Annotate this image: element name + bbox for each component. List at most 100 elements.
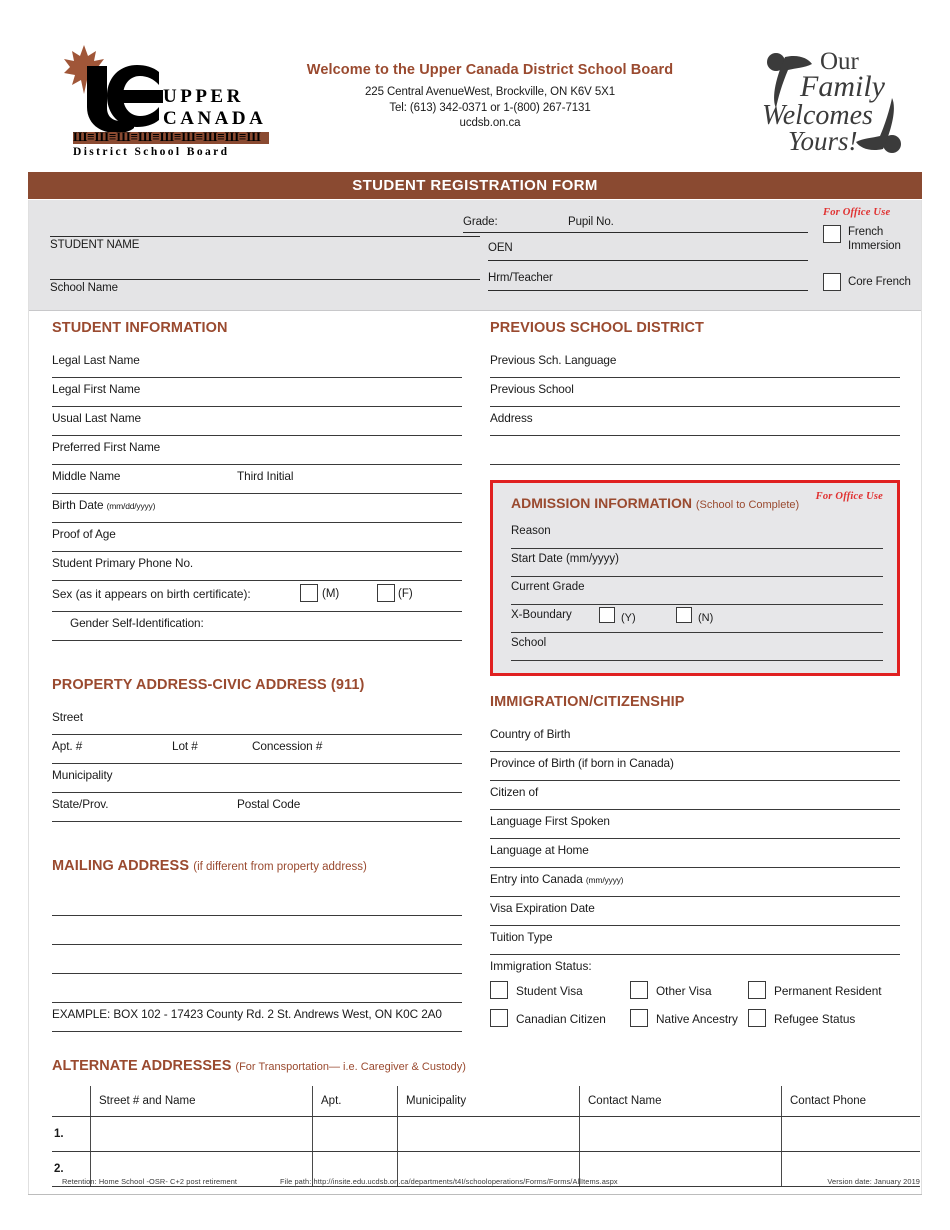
mailing-address-line-2[interactable]: [52, 916, 462, 945]
field-country-of-birth[interactable]: Country of Birth: [490, 723, 900, 752]
mailing-address-line-4[interactable]: [52, 974, 462, 1003]
field-apt-lot-concession[interactable]: Apt. # Lot # Concession #: [52, 735, 462, 764]
field-label: Birth Date (mm/dd/yyyy): [52, 498, 155, 512]
grade-pupil-rule[interactable]: [463, 232, 808, 233]
board-phone: Tel: (613) 342-0371 or 1-(800) 267-7131: [389, 101, 591, 114]
field-gender-self-identification[interactable]: Gender Self-Identification:: [52, 612, 462, 641]
field-label: Citizen of: [490, 785, 539, 799]
field-label: Middle Name: [52, 469, 121, 483]
field-label: Current Grade: [511, 581, 585, 593]
page-footer: Retention: Home School -OSR- C+2 post re…: [52, 1176, 920, 1192]
table-row: 1.: [52, 1116, 920, 1152]
field-label-concession: Concession #: [252, 739, 323, 753]
field-admission-school[interactable]: School: [511, 633, 883, 661]
french-immersion-label-line2: Immersion: [848, 240, 901, 252]
field-label: Street: [52, 710, 83, 724]
field-label: Previous Sch. Language: [490, 353, 617, 367]
row-municipality-cell[interactable]: [397, 1116, 580, 1152]
field-label-hint: (mm/dd/yyyy): [106, 501, 156, 511]
field-label: Tuition Type: [490, 930, 553, 944]
x-boundary-yes-checkbox[interactable]: [599, 607, 615, 623]
hrm-teacher-rule[interactable]: [488, 290, 808, 291]
field-legal-last-name[interactable]: Legal Last Name: [52, 349, 462, 378]
field-middle-name[interactable]: Middle Name Third Initial: [52, 465, 462, 494]
field-label-lot: Lot #: [172, 739, 198, 753]
sex-male-checkbox[interactable]: [300, 584, 318, 602]
field-label-text: Birth Date: [52, 498, 104, 512]
row-street-cell[interactable]: [90, 1116, 313, 1152]
status-canadian-citizen-checkbox[interactable]: [490, 1009, 508, 1027]
row-contact-phone-cell[interactable]: [781, 1116, 920, 1152]
field-citizen-of[interactable]: Citizen of: [490, 781, 900, 810]
status-refugee-status-checkbox[interactable]: [748, 1009, 766, 1027]
field-student-primary-phone[interactable]: Student Primary Phone No.: [52, 552, 462, 581]
board-website: ucdsb.on.ca: [459, 117, 521, 129]
field-province-of-birth[interactable]: Province of Birth (if born in Canada): [490, 752, 900, 781]
alternate-addresses-heading: ALTERNATE ADDRESSES (For Transportation—…: [52, 1058, 920, 1074]
field-previous-school[interactable]: Previous School: [490, 378, 900, 407]
field-previous-address-line-2[interactable]: [490, 436, 900, 465]
field-label: Language at Home: [490, 843, 589, 857]
x-boundary-no-checkbox[interactable]: [676, 607, 692, 623]
field-admission-current-grade[interactable]: Current Grade: [511, 577, 883, 605]
mailing-address-heading-text: MAILING ADDRESS: [52, 858, 190, 874]
right-column: PREVIOUS SCHOOL DISTRICT Previous Sch. L…: [490, 320, 900, 465]
field-preferred-first-name[interactable]: Preferred First Name: [52, 436, 462, 465]
field-label: Usual Last Name: [52, 411, 141, 425]
school-name-rule[interactable]: [50, 279, 480, 280]
status-permanent-resident-label: Permanent Resident: [774, 984, 882, 998]
core-french-checkbox[interactable]: [823, 273, 841, 291]
field-proof-of-age[interactable]: Proof of Age: [52, 523, 462, 552]
mailing-address-line-1[interactable]: [52, 887, 462, 916]
status-native-ancestry-checkbox[interactable]: [630, 1009, 648, 1027]
mailing-address-line-3[interactable]: [52, 945, 462, 974]
field-admission-start-date[interactable]: Start Date (mm/yyyy): [511, 549, 883, 577]
status-canadian-citizen-label: Canadian Citizen: [516, 1012, 606, 1026]
admission-information-box: ADMISSION INFORMATION (School to Complet…: [490, 480, 900, 676]
field-admission-reason[interactable]: Reason: [511, 521, 883, 549]
field-label-text: Entry into Canada: [490, 872, 583, 886]
row-apt-cell[interactable]: [312, 1116, 398, 1152]
status-permanent-resident-checkbox[interactable]: [748, 981, 766, 999]
field-previous-sch-language[interactable]: Previous Sch. Language: [490, 349, 900, 378]
field-label: School: [511, 637, 547, 649]
field-birth-date[interactable]: Birth Date (mm/dd/yyyy): [52, 494, 462, 523]
field-tuition-type[interactable]: Tuition Type: [490, 926, 900, 955]
row-contact-name-cell[interactable]: [579, 1116, 782, 1152]
student-name-rule[interactable]: [50, 236, 480, 237]
field-language-at-home[interactable]: Language at Home: [490, 839, 900, 868]
registration-form-page: UPPER CANADA Ш≡Ш≡Ш≡Ш≡Ш≡Ш≡Ш≡Ш≡Ш District …: [0, 0, 950, 1230]
table-header-contact-name: Contact Name: [579, 1086, 782, 1117]
status-other-visa-checkbox[interactable]: [630, 981, 648, 999]
status-student-visa-checkbox[interactable]: [490, 981, 508, 999]
french-immersion-checkbox[interactable]: [823, 225, 841, 243]
footer-divider: [28, 1194, 922, 1195]
sex-male-label: (M): [322, 588, 340, 600]
row-number: 1.: [52, 1116, 91, 1152]
field-municipality[interactable]: Municipality: [52, 764, 462, 793]
field-entry-into-canada[interactable]: Entry into Canada (mm/yyyy): [490, 868, 900, 897]
field-usual-last-name[interactable]: Usual Last Name: [52, 407, 462, 436]
oen-rule[interactable]: [488, 260, 808, 261]
sex-female-checkbox[interactable]: [377, 584, 395, 602]
field-language-first-spoken[interactable]: Language First Spoken: [490, 810, 900, 839]
board-address: 225 Central AvenueWest, Brockville, ON K…: [364, 86, 616, 98]
field-previous-address[interactable]: Address: [490, 407, 900, 436]
field-street[interactable]: Street: [52, 706, 462, 735]
admission-information-heading: ADMISSION INFORMATION (School to Complet…: [511, 491, 883, 511]
table-header-number: [52, 1086, 91, 1117]
field-visa-expiration-date[interactable]: Visa Expiration Date: [490, 897, 900, 926]
field-state-prov-postal[interactable]: State/Prov. Postal Code: [52, 793, 462, 822]
ucdsb-logo: UPPER CANADA Ш≡Ш≡Ш≡Ш≡Ш≡Ш≡Ш≡Ш≡Ш District …: [55, 44, 270, 159]
field-label: Proof of Age: [52, 527, 116, 541]
gender-self-identification-label: Gender Self-Identification:: [70, 616, 204, 630]
field-legal-first-name[interactable]: Legal First Name: [52, 378, 462, 407]
student-information-heading: STUDENT INFORMATION: [52, 320, 228, 336]
footer-retention: Retention: Home School -OSR- C+2 post re…: [62, 1177, 238, 1186]
table-header-apt: Apt.: [312, 1086, 398, 1117]
field-label: Reason: [511, 525, 551, 537]
form-title-bar: STUDENT REGISTRATION FORM: [28, 172, 922, 199]
student-header-band: STUDENT NAME School Name Grade: Pupil No…: [28, 200, 922, 311]
